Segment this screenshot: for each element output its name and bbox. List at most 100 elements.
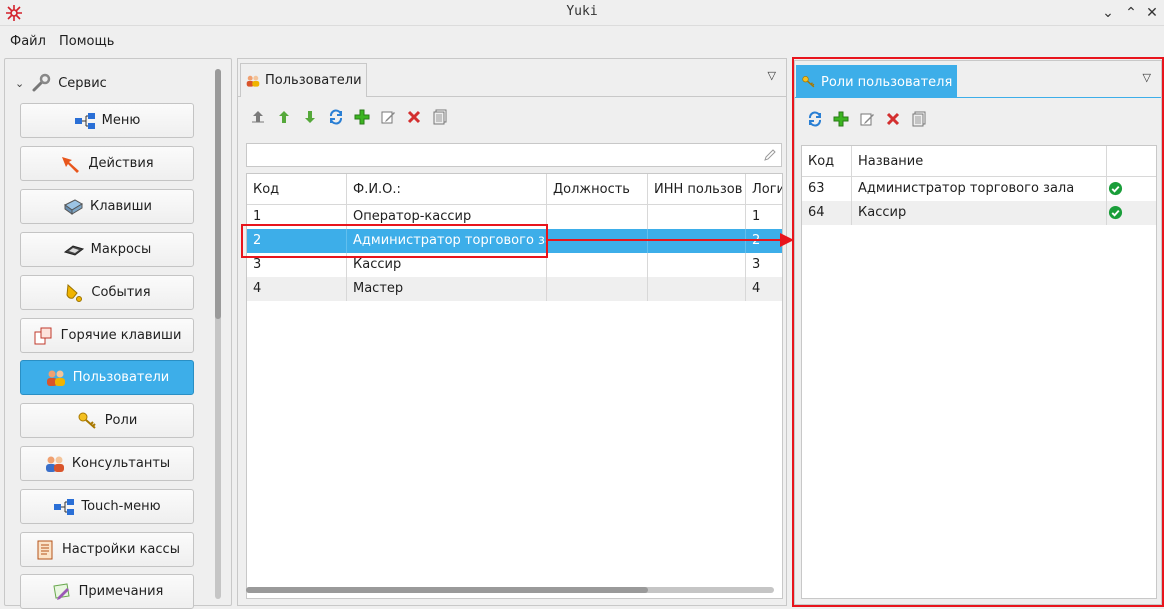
wrench-icon [32,73,51,92]
cell-login: 3 [752,257,761,272]
checkmark-icon [1108,205,1123,220]
column-header-title[interactable]: Название [852,146,1107,177]
cell-position [547,253,648,277]
column-header-name[interactable]: Ф.И.О.: [347,174,547,205]
cell-inn [648,277,746,301]
sidebar-item-consultants[interactable]: Консультанты [20,446,194,481]
cell-name: Оператор-кассир [347,205,547,229]
column-header-code[interactable]: Код [247,174,347,205]
copy-icon[interactable] [430,107,450,127]
table-row[interactable]: 1 Оператор-кассир 1 [247,205,782,229]
sidebar-item-label: События [91,285,151,300]
column-header-position[interactable]: Должность [547,174,648,205]
touch-menu-icon [54,498,75,515]
sidebar-item-keys[interactable]: Клавиши [20,189,194,224]
sidebar-item-label: Горячие клавиши [60,328,182,343]
users-panel: Пользователи ▽ Код Ф.И.О.: Должность ИНН… [237,58,787,606]
sidebar-item-notes[interactable]: Примечания [20,574,194,609]
consultants-icon [45,456,64,472]
cell-position [547,229,648,253]
register-settings-icon [37,540,53,559]
sidebar-item-touch-menu[interactable]: Touch-меню [20,489,194,524]
actions-icon [62,156,80,173]
users-tabbar: Пользователи ▽ [238,59,786,97]
edit-icon[interactable] [378,107,398,127]
sidebar-item-label: Touch-меню [81,499,161,514]
cell-position [547,205,648,229]
refresh-icon[interactable] [805,109,825,129]
delete-icon[interactable] [883,109,903,129]
menu-file[interactable]: Файл [10,34,46,49]
menu-tree-icon [74,112,95,129]
sidebar-item-roles[interactable]: Роли [20,403,194,438]
add-icon[interactable] [831,109,851,129]
window-title: Yuki [566,4,598,19]
delete-icon[interactable] [404,107,424,127]
clear-filter-icon[interactable] [763,148,777,162]
tab-user-roles[interactable]: Роли пользователя [796,65,958,98]
move-top-icon[interactable] [248,107,268,127]
cell-code: 3 [247,253,347,277]
column-header-login[interactable]: Логи [746,174,782,205]
tab-users[interactable]: Пользователи [240,63,367,97]
move-up-icon[interactable] [274,107,294,127]
roles-table-header: Код Название [802,146,1156,177]
sidebar-item-hotkeys[interactable]: Горячие клавиши [20,318,194,353]
dropdown-triangle-icon[interactable]: ▽ [768,69,776,82]
cell-position [547,277,648,301]
sidebar-item-events[interactable]: События [20,275,194,310]
roles-table: Код Название 63 Администратор торгового … [801,145,1157,599]
bell-icon [66,283,83,302]
cell-code: 2 [247,229,347,253]
close-icon[interactable]: ✕ [1142,3,1162,23]
users-toolbar [238,103,450,131]
refresh-icon[interactable] [326,107,346,127]
table-row[interactable]: 64 Кассир [802,201,1156,225]
edit-icon[interactable] [857,109,877,129]
users-table-header: Код Ф.И.О.: Должность ИНН пользов Логи [247,174,782,205]
cell-code: 63 [802,177,852,201]
sidebar-item-macros[interactable]: Макросы [20,232,194,267]
sidebar-item-menu[interactable]: Меню [20,103,194,138]
chevron-down-icon[interactable]: ⌄ [15,77,24,90]
sidebar-item-register-settings[interactable]: Настройки кассы [20,532,194,567]
minimize-icon[interactable]: ⌄ [1098,3,1118,23]
sidebar-item-label: Меню [101,113,141,128]
user-roles-panel: Роли пользователя ▽ Код Название 63 Адми… [794,60,1162,605]
column-header-code[interactable]: Код [802,146,852,177]
dropdown-triangle-icon[interactable]: ▽ [1143,71,1151,84]
cell-name: Мастер [347,277,547,301]
menubar: Файл Помощь [0,28,1164,54]
table-row[interactable]: 3 Кассир 3 [247,253,782,277]
cell-login: 1 [752,209,761,224]
sidebar-item-actions[interactable]: Действия [20,146,194,181]
scrollbar-thumb[interactable] [246,587,648,593]
filter-input[interactable] [246,143,782,167]
cell-login: 4 [752,281,761,296]
roles-toolbar [795,105,929,133]
scrollbar-thumb[interactable] [215,69,221,319]
sidebar-item-label: Клавиши [90,199,152,214]
cell-name: Кассир [347,253,547,277]
sidebar-item-label: Пользователи [72,370,170,385]
hotkeys-icon [34,327,52,344]
tree-root-service[interactable]: ⌄ Сервис [15,71,107,95]
maximize-icon[interactable]: ⌃ [1121,3,1141,23]
table-row-selected[interactable]: 2 Администратор торгового зала 2 [247,229,782,253]
window-titlebar: Yuki ⌄ ⌃ ✕ [0,0,1164,26]
move-down-icon[interactable] [300,107,320,127]
column-header-inn[interactable]: ИНН пользов [648,174,746,205]
copy-icon[interactable] [909,109,929,129]
key-icon [78,412,96,429]
table-row[interactable]: 63 Администратор торгового зала [802,177,1156,201]
sidebar-scrollbar[interactable] [215,69,221,599]
table-row[interactable]: 4 Мастер 4 [247,277,782,301]
users-horizontal-scrollbar[interactable] [246,587,774,593]
add-icon[interactable] [352,107,372,127]
sidebar-item-label: Макросы [90,242,152,257]
column-header-status[interactable] [1107,146,1156,177]
sidebar-item-users[interactable]: Пользователи [20,360,194,395]
tab-label: Роли пользователя [821,74,953,90]
cell-title: Кассир [852,201,1107,225]
menu-help[interactable]: Помощь [59,34,114,49]
